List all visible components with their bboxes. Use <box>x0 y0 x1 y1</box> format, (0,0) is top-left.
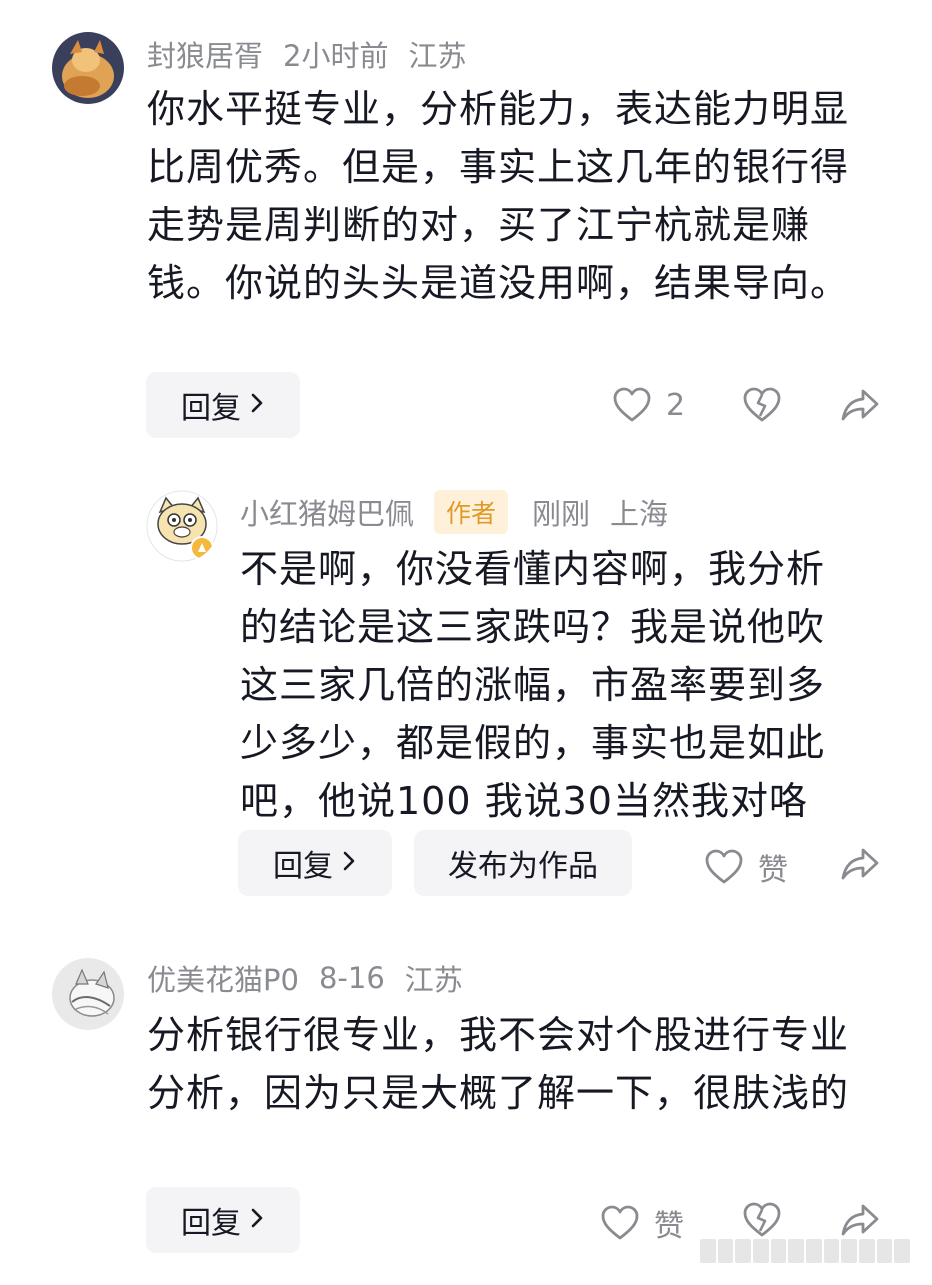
like-button[interactable]: 赞 <box>704 845 788 889</box>
heart-outline-icon <box>600 1204 640 1242</box>
dislike-button[interactable] <box>742 1201 782 1239</box>
timestamp: 刚刚 <box>532 497 591 531</box>
broken-heart-icon <box>742 1201 782 1239</box>
like-button[interactable]: 2 <box>612 386 685 424</box>
avatar[interactable] <box>52 958 124 1030</box>
reply-label: 回复 <box>273 849 333 884</box>
comment-meta: 封狼居胥 2小时前 江苏 <box>147 34 486 74</box>
like-label: 赞 <box>654 1209 684 1244</box>
publish-label: 发布为作品 <box>448 849 598 884</box>
chevron-right-icon <box>341 846 357 881</box>
timestamp: 2小时前 <box>283 39 389 73</box>
chevron-right-icon <box>249 388 265 423</box>
share-arrow-icon <box>840 845 880 883</box>
like-button[interactable]: 赞 <box>600 1201 684 1245</box>
comment-text: 不是啊，你没看懂内容啊，我分析的结论是这三家跌吗？我是说他吹这三家几倍的涨幅，市… <box>240 547 826 823</box>
avatar[interactable] <box>146 490 218 562</box>
comment-meta: 小红猪姆巴佩 作者 刚刚 上海 <box>240 490 688 534</box>
comment-text: 你水平挺专业，分析能力，表达能力明显比周优秀。但是，事实上这几年的银行得走势是周… <box>147 87 850 305</box>
reply-label: 回复 <box>181 391 241 426</box>
like-label: 赞 <box>758 853 788 888</box>
share-arrow-icon <box>840 386 880 424</box>
comment-text: 分析银行很专业，我不会对个股进行专业分析，因为只是大概了解一下，很肤浅的 <box>147 1013 850 1115</box>
reply-button[interactable]: 回复 <box>146 372 300 438</box>
like-count: 2 <box>666 387 686 423</box>
share-button[interactable] <box>840 386 880 424</box>
author-badge: 作者 <box>434 490 509 534</box>
watermark <box>700 1239 911 1263</box>
publish-as-work-button[interactable]: 发布为作品 <box>414 830 632 896</box>
comment-meta: 优美花猫P0 8-16 江苏 <box>147 958 483 998</box>
avatar[interactable] <box>52 32 124 104</box>
share-arrow-icon <box>840 1201 880 1239</box>
dislike-button[interactable] <box>742 386 782 424</box>
location: 江苏 <box>408 39 467 73</box>
username[interactable]: 封狼居胥 <box>147 33 263 75</box>
share-button[interactable] <box>840 1201 880 1239</box>
reply-button[interactable]: 回复 <box>238 830 392 896</box>
username[interactable]: 优美花猫P0 <box>147 957 299 999</box>
username[interactable]: 小红猪姆巴佩 <box>240 491 414 533</box>
share-button[interactable] <box>840 845 880 883</box>
location: 江苏 <box>404 963 463 997</box>
chevron-right-icon <box>249 1203 265 1238</box>
heart-outline-icon <box>612 386 652 424</box>
reply-label: 回复 <box>181 1206 241 1241</box>
reply-button[interactable]: 回复 <box>146 1187 300 1253</box>
timestamp: 8-16 <box>318 961 385 995</box>
heart-outline-icon <box>704 848 744 886</box>
location: 上海 <box>610 497 669 531</box>
broken-heart-icon <box>742 386 782 424</box>
